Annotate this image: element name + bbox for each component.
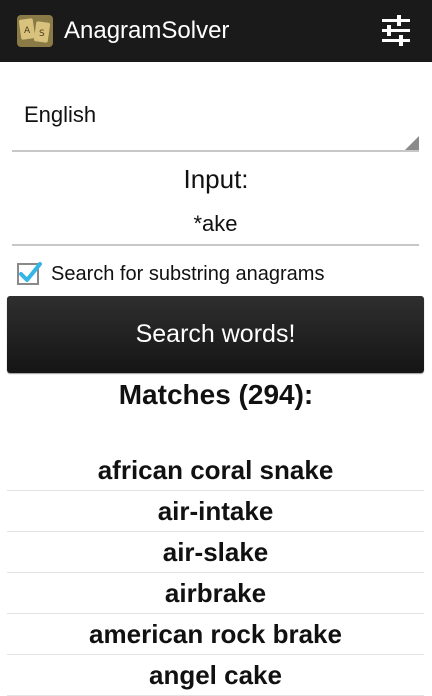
anagram-tiles-icon: A S <box>16 14 54 48</box>
result-item[interactable]: air-slake <box>7 532 424 573</box>
substring-checkbox[interactable] <box>16 261 42 287</box>
result-item[interactable]: american rock brake <box>7 614 424 655</box>
search-button[interactable]: Search words! <box>7 296 424 373</box>
spinner-arrow-icon <box>405 136 419 150</box>
anagram-input[interactable] <box>12 204 419 246</box>
svg-text:S: S <box>39 29 45 39</box>
result-item[interactable]: airbrake <box>7 573 424 614</box>
language-spinner[interactable]: English <box>12 90 419 152</box>
result-item[interactable]: angel cake <box>7 655 424 696</box>
svg-text:A: A <box>24 26 31 36</box>
app-title: AnagramSolver <box>64 17 230 44</box>
matches-title: Matches (294): <box>118 379 314 410</box>
action-bar: A S AnagramSolver <box>0 0 432 62</box>
checkmark-icon <box>17 262 42 285</box>
substring-option[interactable]: Search for substring anagrams <box>16 259 324 289</box>
substring-label: Search for substring anagrams <box>51 262 325 285</box>
settings-button[interactable] <box>360 0 432 62</box>
results-list[interactable]: african coral snake air-intake air-slake… <box>7 450 424 696</box>
input-label: Input: <box>183 164 249 194</box>
result-item[interactable]: air-intake <box>7 491 424 532</box>
spinner-underline <box>12 150 419 152</box>
result-item[interactable]: african coral snake <box>7 450 424 491</box>
language-value: English <box>24 102 97 127</box>
sliders-icon <box>382 15 410 46</box>
